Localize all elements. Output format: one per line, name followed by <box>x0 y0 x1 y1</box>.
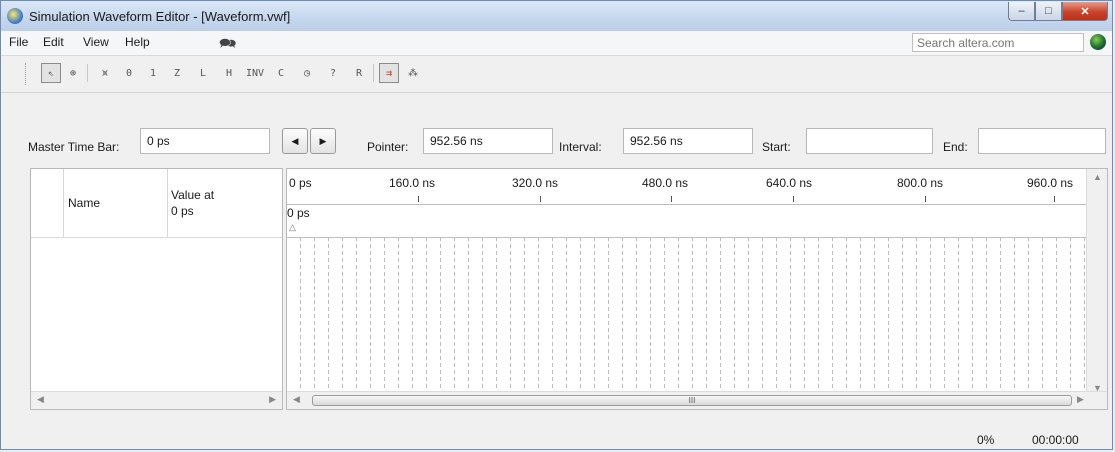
pointer-label: Pointer: <box>367 140 409 154</box>
waveform-vertical-scrollbar[interactable]: ▲ ▼ <box>1086 169 1107 393</box>
count-value-icon[interactable]: C <box>271 63 291 83</box>
random-value-icon[interactable]: R <box>349 63 369 83</box>
menu-file[interactable]: File <box>9 35 28 49</box>
search-input[interactable] <box>912 33 1084 52</box>
time-ruler[interactable]: 0 ps 160.0 ns 320.0 ns 480.0 ns 640.0 ns… <box>287 169 1087 205</box>
menu-view[interactable]: View <box>83 35 109 49</box>
window-title: Simulation Waveform Editor - [Waveform.v… <box>29 9 291 24</box>
tick-label: 160.0 ns <box>389 176 436 190</box>
pointer-field[interactable]: 952.56 ns <box>423 128 553 154</box>
caption-buttons: – □ ✕ <box>1008 2 1108 22</box>
forcing-low-icon[interactable]: 0 <box>119 63 139 83</box>
feedback-icon[interactable]: 🗪 <box>219 33 236 57</box>
globe-icon[interactable] <box>1090 34 1106 50</box>
scroll-left-icon[interactable]: ◀ <box>37 394 44 405</box>
scroll-right-icon[interactable]: ▶ <box>1077 394 1084 405</box>
application-window: Simulation Waveform Editor - [Waveform.v… <box>0 0 1113 450</box>
weak-low-icon[interactable]: L <box>193 63 213 83</box>
menu-edit[interactable]: Edit <box>43 35 64 49</box>
weak-high-icon[interactable]: H <box>219 63 239 83</box>
invert-icon[interactable]: INV <box>245 63 265 83</box>
scroll-up-icon[interactable]: ▲ <box>1093 172 1102 182</box>
name-column-header[interactable]: Name <box>63 169 168 237</box>
tick-label: 960.0 ns <box>1027 176 1074 190</box>
tick-label: 0 ps <box>289 176 312 190</box>
maximize-button[interactable]: □ <box>1035 2 1062 21</box>
value-column-header[interactable]: Value at 0 ps <box>171 187 214 219</box>
toolbar-grip[interactable] <box>25 63 29 85</box>
signal-list-horizontal-scrollbar[interactable]: ◀ ▶ <box>31 391 282 409</box>
name-column-label: Name <box>68 196 101 210</box>
signal-list-header: Name Value at 0 ps <box>31 169 282 238</box>
waveform-horizontal-scrollbar[interactable]: ◀ III ▶ <box>287 391 1107 409</box>
uninitialized-value-icon[interactable]: ⩙ <box>95 63 115 83</box>
tick-mark <box>540 196 541 202</box>
forcing-high-icon[interactable]: 1 <box>143 63 163 83</box>
start-field[interactable] <box>806 128 933 154</box>
high-impedance-icon[interactable]: Z <box>167 63 187 83</box>
tick-mark <box>1054 196 1055 202</box>
grid-settings-icon[interactable]: ⁂ <box>403 63 423 83</box>
master-time-bar-marker-label: 0 ps <box>287 206 310 220</box>
previous-transition-button[interactable]: ◀ <box>282 128 308 154</box>
scrollbar-thumb[interactable]: III <box>312 395 1072 406</box>
interval-label: Interval: <box>559 140 602 154</box>
tick-mark <box>418 196 419 202</box>
elapsed-time: 00:00:00 <box>1032 433 1079 447</box>
clock-value-icon[interactable]: ◷ <box>297 63 317 83</box>
tick-mark <box>793 196 794 202</box>
minimize-button[interactable]: – <box>1008 2 1035 21</box>
master-time-bar-handle-icon[interactable]: △ <box>289 222 296 233</box>
start-label: Start: <box>762 140 791 154</box>
end-field[interactable] <box>978 128 1106 154</box>
header-icon-column <box>31 169 64 237</box>
toolbar: ⇖ ⊕ ⩙ 0 1 Z L H INV C ◷ ? R ⇉ ⁂ <box>1 56 1112 93</box>
title-bar[interactable]: Simulation Waveform Editor - [Waveform.v… <box>1 1 1112 32</box>
tick-mark <box>925 196 926 202</box>
status-bar: 0% 00:00:00 <box>1 427 1112 451</box>
master-time-bar-field[interactable]: 0 ps <box>140 128 270 154</box>
tick-mark <box>671 196 672 202</box>
waveform-grid[interactable] <box>287 237 1087 389</box>
menu-bar: File Edit View Help 🗪 <box>1 31 1112 56</box>
next-transition-button[interactable]: ▶ <box>310 128 336 154</box>
value-column-label-line1: Value at <box>171 188 215 202</box>
master-time-bar-label: Master Time Bar: <box>28 140 120 154</box>
scroll-left-icon[interactable]: ◀ <box>293 394 300 405</box>
signal-list-panel[interactable]: Name Value at 0 ps ◀ ▶ <box>30 168 283 410</box>
tick-label: 640.0 ns <box>766 176 813 190</box>
tick-label: 480.0 ns <box>642 176 689 190</box>
value-column-label-line2: 0 ps <box>171 204 194 218</box>
app-icon[interactable] <box>7 8 23 24</box>
zoom-tool-icon[interactable]: ⊕ <box>63 63 83 83</box>
menu-help[interactable]: Help <box>125 35 150 49</box>
arbitrary-value-icon[interactable]: ? <box>323 63 343 83</box>
close-button[interactable]: ✕ <box>1062 2 1108 21</box>
master-time-bar-row[interactable]: 0 ps △ <box>287 204 1087 238</box>
tick-label: 800.0 ns <box>897 176 944 190</box>
progress-percent: 0% <box>977 433 995 447</box>
end-label: End: <box>943 140 968 154</box>
selection-tool-icon[interactable]: ⇖ <box>41 63 61 83</box>
interval-field[interactable]: 952.56 ns <box>623 128 753 154</box>
tick-label: 320.0 ns <box>512 176 559 190</box>
toolbar-separator <box>87 64 88 82</box>
snap-to-grid-icon[interactable]: ⇉ <box>379 63 399 83</box>
scroll-right-icon[interactable]: ▶ <box>269 394 276 405</box>
toolbar-separator <box>373 64 374 82</box>
waveform-panel[interactable]: 0 ps 160.0 ns 320.0 ns 480.0 ns 640.0 ns… <box>286 168 1108 410</box>
